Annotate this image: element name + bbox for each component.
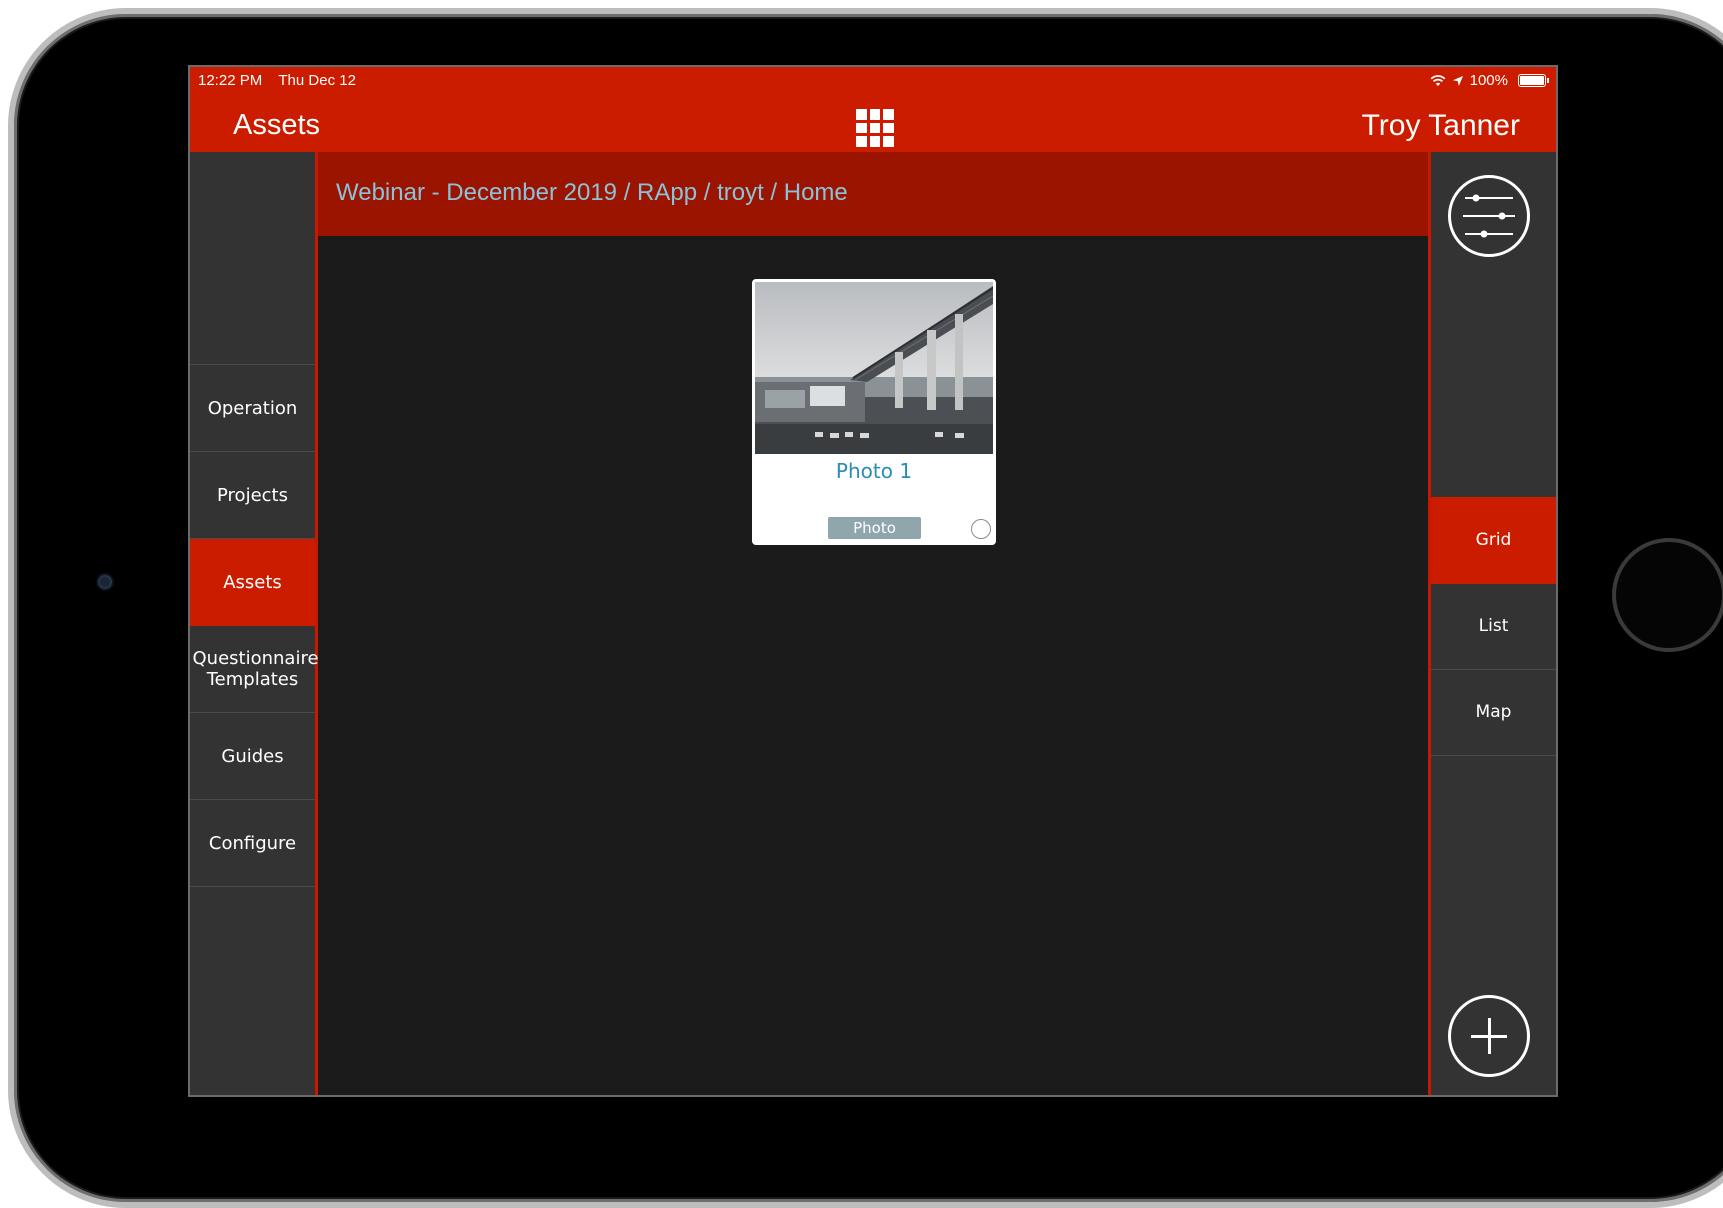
grid-icon[interactable] [856,109,894,147]
wifi-icon [1430,74,1446,86]
battery-icon [1518,74,1549,87]
app-screen: 12:22 PM Thu Dec 12 100% Assets Troy Tan… [188,65,1558,1097]
bridge-photo-image [755,282,993,454]
status-bar: 12:22 PM Thu Dec 12 100% [190,67,1556,93]
left-sidebar: Operation Projects Assets Questionnaire … [190,152,319,1095]
sidebar-spacer [190,152,315,365]
sidebar-item-operation[interactable]: Operation [190,365,315,452]
asset-type-badge: Photo [828,517,921,539]
view-label: List [1478,616,1509,636]
sidebar-item-label: Projects [217,484,288,506]
sidebar-item-label: Configure [208,832,297,854]
view-map-button[interactable]: Map [1431,669,1556,756]
view-grid-button[interactable]: Grid [1431,497,1556,584]
sidebar-item-label: Questionnaire Templates [192,648,319,690]
view-label: Map [1475,702,1512,722]
view-list-button[interactable]: List [1431,583,1556,670]
asset-thumbnail[interactable] [755,282,993,454]
sidebar-item-label: Guides [221,745,284,767]
camera-icon [96,573,114,591]
view-label: Grid [1475,530,1512,550]
sidebar-item-questionnaire-templates[interactable]: Questionnaire Templates [190,626,319,713]
sidebar-item-label: Operation [207,397,298,419]
right-sidebar: Grid List Map [1428,152,1556,1095]
breadcrumb-bar: Webinar - December 2019 / RApp / troyt /… [318,152,1431,236]
sliders-icon[interactable] [1448,175,1530,257]
asset-title[interactable]: Photo 1 [752,459,996,483]
sidebar-item-configure[interactable]: Configure [190,800,315,887]
status-date: Thu Dec 12 [278,72,356,89]
status-time: 12:22 PM [198,72,263,89]
sidebar-item-projects[interactable]: Projects [190,452,315,539]
plus-icon[interactable] [1448,995,1530,1077]
home-button[interactable] [1612,538,1723,652]
battery-percent: 100% [1469,72,1508,89]
page-title: Assets [233,109,321,141]
sidebar-item-guides[interactable]: Guides [190,713,315,800]
select-checkbox[interactable] [971,519,991,539]
asset-card[interactable]: Photo 1 Photo [752,279,996,545]
location-arrow-icon [1452,75,1463,86]
sidebar-item-assets[interactable]: Assets [190,539,315,626]
user-name[interactable]: Troy Tanner [1362,109,1520,143]
sidebar-item-label: Assets [223,571,282,593]
breadcrumb[interactable]: Webinar - December 2019 / RApp / troyt /… [336,179,848,207]
asset-grid: Photo 1 Photo [318,236,1431,1095]
